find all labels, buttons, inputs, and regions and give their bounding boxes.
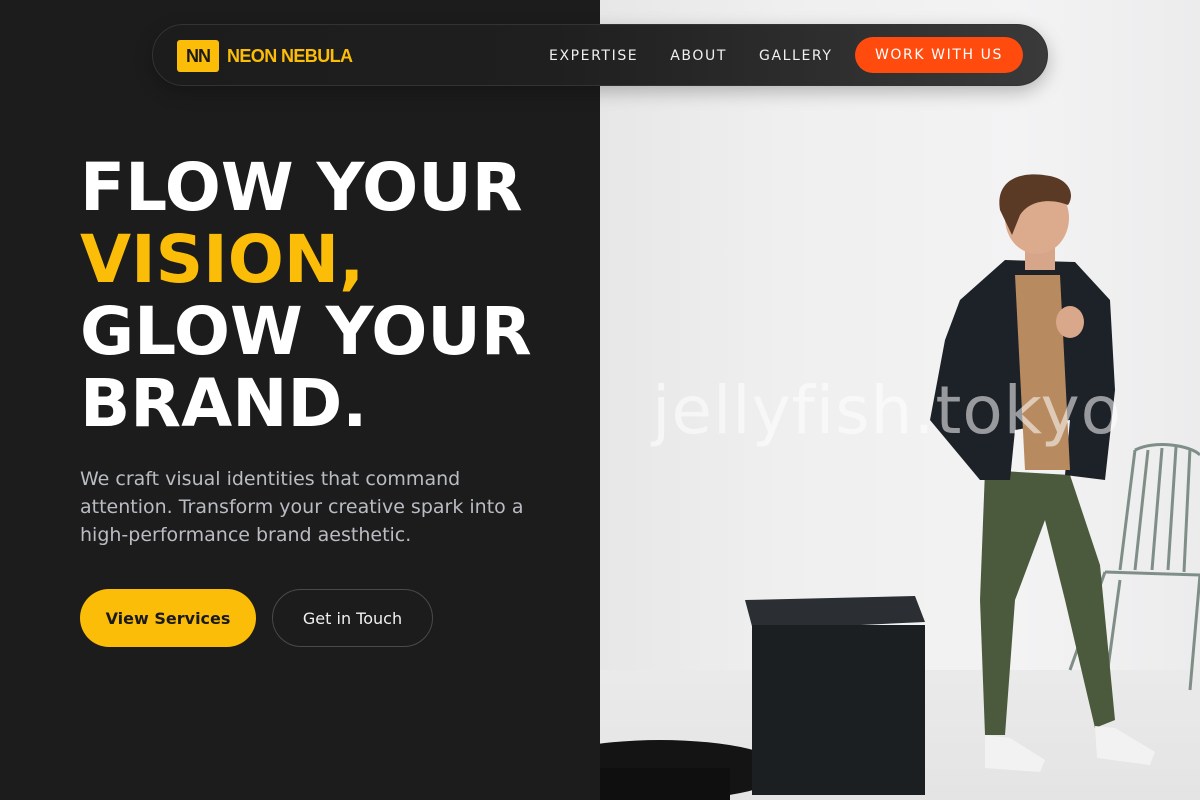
brand-mark: NN bbox=[177, 40, 219, 72]
nav-link-expertise[interactable]: EXPERTISE bbox=[549, 48, 638, 64]
shoe-left bbox=[985, 735, 1045, 772]
get-in-touch-button[interactable]: Get in Touch bbox=[272, 589, 433, 647]
hero-photo: jellyfish.tokyo bbox=[600, 0, 1200, 800]
work-with-us-button[interactable]: WORK WITH US bbox=[854, 37, 1023, 73]
nav-links: EXPERTISE ABOUT GALLERY bbox=[549, 25, 832, 87]
nav-link-gallery[interactable]: GALLERY bbox=[759, 48, 832, 64]
hero-line-1: FLOW YOUR bbox=[80, 149, 523, 226]
shoe-right bbox=[1095, 726, 1155, 765]
hero-line-2: VISION, bbox=[80, 221, 365, 298]
black-cube bbox=[752, 625, 925, 795]
watermark-text: jellyfish.tokyo bbox=[652, 372, 1123, 449]
navbar: NN NEON NEBULA EXPERTISE ABOUT GALLERY W… bbox=[152, 24, 1048, 86]
view-services-button[interactable]: View Services bbox=[80, 589, 256, 647]
pants bbox=[980, 470, 1115, 735]
hero-line-3: GLOW YOUR bbox=[80, 293, 532, 370]
black-cube-top bbox=[745, 596, 925, 630]
brand-name: NEON NEBULA bbox=[227, 45, 353, 66]
brand-logo[interactable]: NN NEON NEBULA bbox=[177, 40, 353, 72]
hero-line-4: BRAND. bbox=[80, 365, 368, 442]
nav-link-about[interactable]: ABOUT bbox=[670, 48, 727, 64]
hero-subtitle: We craft visual identities that command … bbox=[80, 468, 524, 546]
hero-title: FLOW YOUR VISION, GLOW YOUR BRAND. bbox=[80, 152, 532, 440]
